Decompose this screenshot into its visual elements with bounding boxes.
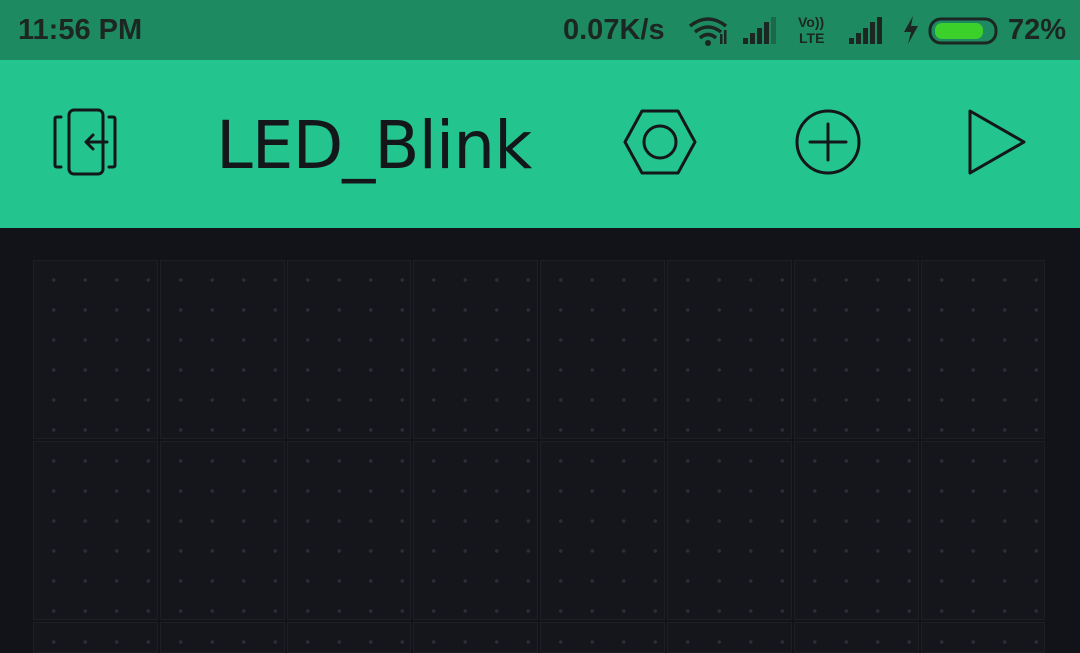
status-time: 11:56 PM <box>18 14 143 46</box>
grid-cell <box>413 441 539 620</box>
battery-icon <box>928 17 1002 50</box>
widget-canvas[interactable] <box>0 228 1080 653</box>
grid-cell <box>667 260 792 439</box>
charging-icon <box>902 16 920 49</box>
network-speed: 0.07K/s <box>563 14 665 46</box>
grid-cell <box>793 622 919 653</box>
settings-hex-icon <box>622 107 698 182</box>
grid-cell <box>159 260 285 439</box>
grid-cell <box>920 260 1046 439</box>
grid-cell <box>667 441 792 620</box>
app-toolbar: LED_Blink <box>0 60 1080 228</box>
exit-icon <box>47 107 123 182</box>
grid-cell <box>540 260 665 439</box>
grid-cell <box>286 441 412 620</box>
grid-cell <box>33 441 158 620</box>
grid-cell <box>286 260 412 439</box>
signal-icon <box>848 16 888 49</box>
grid-cell <box>667 622 792 653</box>
signal-icon <box>742 16 780 49</box>
grid-cell <box>793 260 919 439</box>
project-settings-button[interactable] <box>615 99 705 189</box>
grid-cell <box>540 441 665 620</box>
volte-label-bottom: LTE <box>799 30 825 46</box>
grid-cell <box>793 441 919 620</box>
grid-cell <box>33 260 158 439</box>
exit-project-button[interactable] <box>40 99 130 189</box>
wifi-icon <box>687 16 729 51</box>
project-title: LED_Blink <box>216 107 532 184</box>
grid-cell <box>159 622 285 653</box>
play-button[interactable] <box>952 99 1042 189</box>
grid-cell <box>413 622 539 653</box>
grid-cell <box>920 622 1046 653</box>
battery-percent: 72% <box>1008 14 1067 46</box>
grid-cell <box>920 441 1046 620</box>
status-bar: 11:56 PM 0.07K/s Vo)) LTE 72% <box>0 0 1080 60</box>
add-widget-button[interactable] <box>783 99 873 189</box>
grid-cell <box>286 622 412 653</box>
grid-cell <box>159 441 285 620</box>
volte-icon: Vo)) LTE <box>798 14 832 46</box>
grid-cell <box>33 622 158 653</box>
grid-cell <box>540 622 665 653</box>
volte-label-top: Vo)) <box>798 14 825 30</box>
grid-cell <box>413 260 539 439</box>
add-widget-icon <box>793 107 863 182</box>
play-icon <box>964 107 1030 182</box>
